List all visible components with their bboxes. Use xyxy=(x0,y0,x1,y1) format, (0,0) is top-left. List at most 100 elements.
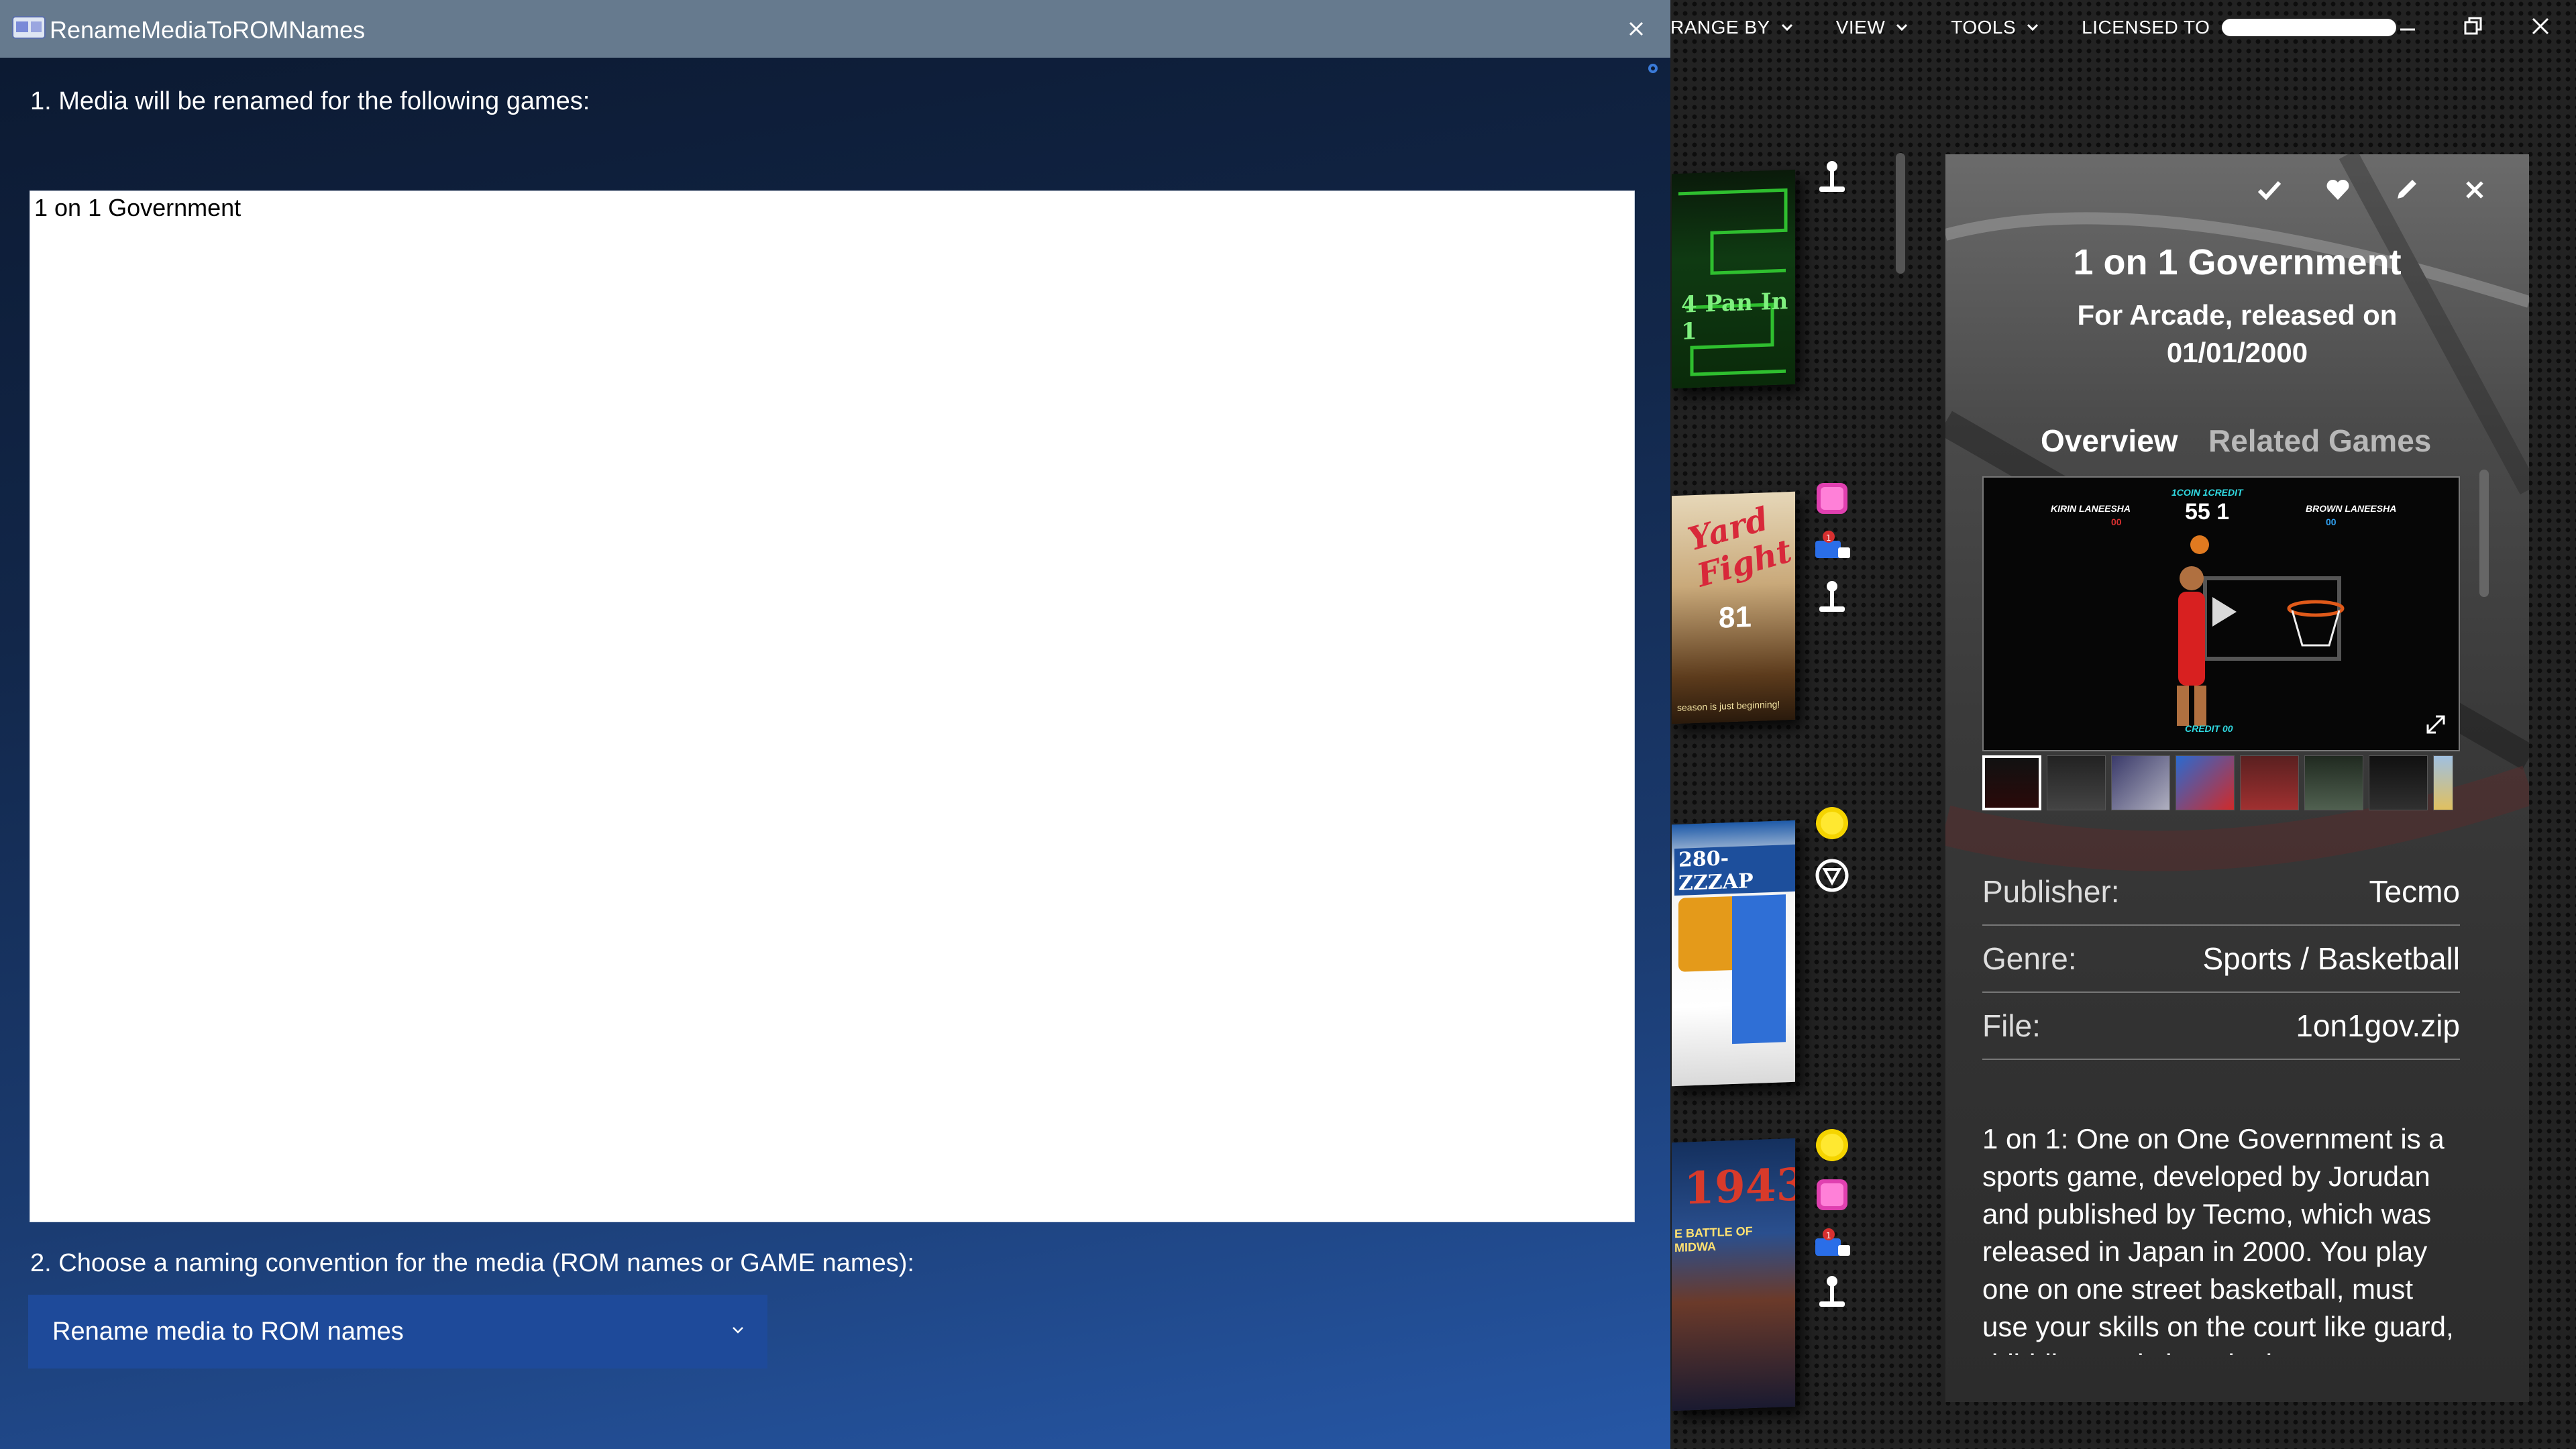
publisher-row: Publisher: Tecmo xyxy=(1982,859,2460,926)
game-cover-280-zzzap[interactable]: 280-ZZZAP xyxy=(1672,820,1795,1087)
minimize-button[interactable] xyxy=(2396,15,2419,38)
minimize-icon xyxy=(2400,28,2415,31)
game-cover-1943[interactable]: 1943 E BATTLE OF MIDWA xyxy=(1672,1138,1795,1411)
cover-title: 280-ZZZAP xyxy=(1674,844,1795,896)
genre-label: Genre: xyxy=(1982,941,2077,976)
cover-title: Yard Fight xyxy=(1684,500,1795,595)
media-thumbnail[interactable] xyxy=(1982,755,2041,810)
favorite-button[interactable] xyxy=(2322,174,2353,205)
dialog-title: RenameMediaToROMNames xyxy=(50,16,366,44)
cover-jersey-number: 81 xyxy=(1719,600,1752,635)
naming-convention-select[interactable]: Rename media to ROM names xyxy=(28,1295,767,1368)
file-row: File: 1on1gov.zip xyxy=(1982,993,2460,1060)
restore-icon xyxy=(2464,17,2482,35)
close-details-button[interactable] xyxy=(2459,174,2490,205)
yellow-star-badge-icon xyxy=(1811,802,1853,844)
settings-gear-icon[interactable] xyxy=(1645,60,1661,76)
view-menu[interactable]: VIEW xyxy=(1836,17,1910,38)
fullscreen-icon[interactable] xyxy=(2424,712,2448,737)
genre-value[interactable]: Sports / Basketball xyxy=(2202,941,2460,977)
game-title: 1 on 1 Government xyxy=(2073,242,2402,282)
play-icon[interactable] xyxy=(2202,592,2242,632)
tools-label: TOOLS xyxy=(1951,17,2017,38)
close-icon[interactable] xyxy=(1625,17,1648,40)
chevron-down-icon xyxy=(1781,23,1792,32)
arcade-joystick-icon xyxy=(1811,1272,1853,1313)
video-p2-name: BROWN LANEESHA xyxy=(2306,503,2397,514)
app-icon xyxy=(12,16,46,39)
media-thumbnail[interactable] xyxy=(2176,755,2235,810)
close-icon xyxy=(2466,181,2483,199)
video-p2-score: 00 xyxy=(2326,517,2337,527)
players-badge-icon: 1 xyxy=(1811,1222,1853,1264)
media-thumbnail[interactable] xyxy=(2111,755,2170,810)
arcade-joystick-icon xyxy=(1811,577,1853,619)
complete-button[interactable] xyxy=(2254,174,2285,205)
steering-wheel-icon xyxy=(1811,855,1853,896)
svg-text:1: 1 xyxy=(1826,533,1831,543)
cover-car-art xyxy=(1678,896,1739,972)
file-label: File: xyxy=(1982,1008,2041,1043)
rename-media-dialog: RenameMediaToROMNames 1. Media will be r… xyxy=(0,0,1670,1449)
tools-menu[interactable]: TOOLS xyxy=(1951,17,2040,38)
arrange-by-menu[interactable]: RANGE BY xyxy=(1670,17,1794,38)
video-timer: 55 1 xyxy=(2185,499,2230,525)
video-p1-score: 00 xyxy=(2111,517,2122,527)
chevron-down-icon xyxy=(733,1327,743,1334)
game-platform-release: For Arcade, released on 01/01/2000 xyxy=(2077,299,2398,368)
media-thumbnail[interactable] xyxy=(2433,755,2453,810)
cover-caption: season is just beginning! xyxy=(1677,698,1780,713)
chevron-down-icon xyxy=(2027,23,2039,32)
tab-overview[interactable]: Overview xyxy=(2041,423,2178,459)
list-item[interactable]: 1 on 1 Government xyxy=(34,194,1630,222)
pink-cartridge-icon xyxy=(1811,478,1853,519)
video-credit-bottom: CREDIT 00 xyxy=(2185,723,2233,734)
games-scrollbar-thumb[interactable] xyxy=(1896,153,1905,274)
licensed-to-label: LICENSED TO xyxy=(2082,17,2210,38)
step2-label: 2. Choose a naming convention for the me… xyxy=(30,1249,914,1277)
restore-button[interactable] xyxy=(2462,15,2485,38)
media-thumbnail-strip xyxy=(1982,751,2460,815)
tab-related-games[interactable]: Related Games xyxy=(2208,423,2431,459)
heart-icon xyxy=(2326,179,2349,200)
video-credit-top: 1COIN 1CREDIT xyxy=(2171,487,2243,498)
games-list[interactable]: 1 on 1 Government xyxy=(30,191,1635,1222)
arcade-joystick-icon xyxy=(1811,157,1853,199)
dialog-titlebar[interactable]: RenameMediaToROMNames xyxy=(0,0,1670,58)
game-cover-4-pan-in-1[interactable]: 4 Pan In 1 xyxy=(1672,169,1795,389)
cover-subtitle: E BATTLE OF MIDWA xyxy=(1674,1224,1753,1255)
media-thumbnail[interactable] xyxy=(2369,755,2428,810)
game-details-panel: 1 on 1 Government For Arcade, released o… xyxy=(1945,154,2529,1402)
chevron-down-icon xyxy=(1896,23,1908,32)
genre-row: Genre: Sports / Basketball xyxy=(1982,926,2460,993)
players-badge-icon: 1 xyxy=(1811,525,1853,566)
details-scrollbar-thumb[interactable] xyxy=(2479,470,2489,597)
maze-art-icon xyxy=(1678,188,1788,376)
view-label: VIEW xyxy=(1835,17,1886,38)
yellow-star-badge-icon xyxy=(1811,1124,1853,1166)
arrange-by-label: RANGE BY xyxy=(1670,17,1770,38)
pink-cartridge-icon xyxy=(1811,1174,1853,1216)
pencil-icon xyxy=(2398,180,2416,199)
media-thumbnail[interactable] xyxy=(2304,755,2363,810)
top-menu-bar: RANGE BY VIEW TOOLS LICENSED TO xyxy=(1670,0,2576,55)
cover-title: 4 Pan In 1 xyxy=(1681,288,1788,345)
video-preview[interactable]: KIRIN LANEESHA 00 1COIN 1CREDIT 55 1 BRO… xyxy=(1982,476,2460,751)
cover-title: 1943 xyxy=(1684,1158,1795,1215)
dialog-body: 1. Media will be renamed for the followi… xyxy=(0,58,1670,1449)
game-cover-yard-fight[interactable]: Yard Fight 81 season is just beginning! xyxy=(1672,491,1795,724)
game-overview-text: 1 on 1: One on One Government is a sport… xyxy=(1982,1123,2454,1355)
publisher-label: Publisher: xyxy=(1982,874,2120,909)
naming-selected-value: Rename media to ROM names xyxy=(52,1317,404,1346)
step1-label: 1. Media will be renamed for the followi… xyxy=(30,87,590,115)
close-icon xyxy=(2532,17,2549,35)
cover-cabinet-art xyxy=(1732,894,1786,1044)
edit-button[interactable] xyxy=(2391,174,2422,205)
publisher-value[interactable]: Tecmo xyxy=(2369,873,2460,910)
svg-text:1: 1 xyxy=(1826,1231,1831,1240)
file-value[interactable]: 1on1gov.zip xyxy=(2296,1008,2460,1044)
license-info[interactable]: LICENSED TO xyxy=(2082,17,2397,38)
close-app-button[interactable] xyxy=(2529,15,2552,38)
media-thumbnail[interactable] xyxy=(2047,755,2106,810)
media-thumbnail[interactable] xyxy=(2240,755,2299,810)
